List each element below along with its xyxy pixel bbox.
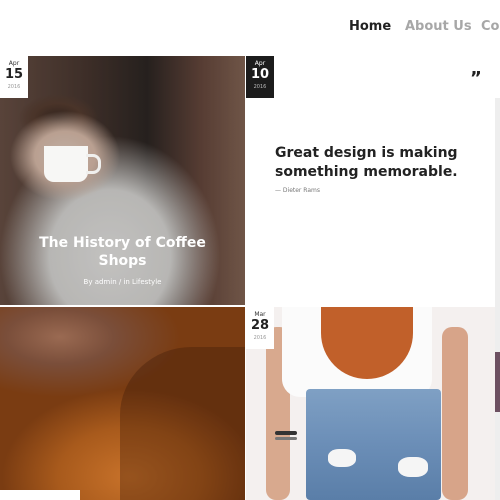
date-year: 2016 (253, 84, 267, 90)
date-badge: Apr 10 2016 (246, 56, 274, 98)
quote-icon: ” (470, 68, 482, 89)
jeans-rip (328, 449, 356, 467)
date-badge: Mar 28 2016 (246, 307, 274, 349)
post-meta: By admin / in Lifestyle (83, 278, 162, 286)
date-badge: Apr 15 2016 (0, 56, 28, 98)
post-title[interactable]: The History of Coffee Shops (20, 234, 225, 270)
date-month: Mar (254, 311, 266, 318)
quote-text[interactable]: Great design is making something memorab… (275, 144, 485, 182)
bracelet-image (275, 437, 297, 440)
coffee-mug-image (44, 146, 88, 182)
next-post-edge-image (495, 352, 500, 412)
leather-bag-image (120, 347, 245, 500)
date-month: Apr (8, 60, 20, 67)
nav-home-link[interactable]: Home (349, 19, 391, 34)
post-card-quote[interactable]: Great design is making something memorab… (246, 98, 495, 305)
jeans-image (306, 389, 441, 500)
quote-author: — Dieter Rams (275, 187, 320, 194)
top-nav: Home About Us Co (0, 0, 500, 56)
date-day: 10 (250, 67, 270, 82)
date-day: 15 (4, 67, 24, 82)
arm-right-image (442, 327, 468, 500)
post-card-tshirt[interactable] (246, 307, 495, 500)
nav-contact-link[interactable]: Co (481, 19, 499, 34)
bracelet-image (275, 431, 297, 435)
date-year: 2016 (7, 84, 21, 90)
post-card-coffee[interactable]: The History of Coffee Shops By admin / i… (0, 56, 245, 305)
date-day: 28 (250, 318, 270, 333)
post-caption-box (0, 490, 80, 500)
next-post-edge[interactable] (495, 98, 500, 500)
date-year: 2016 (253, 335, 267, 341)
date-month: Apr (254, 60, 266, 67)
jeans-rip (398, 457, 428, 477)
nav-about-link[interactable]: About Us (405, 19, 472, 34)
post-card-leather-bag[interactable] (0, 307, 245, 500)
coffee-mug-handle (86, 154, 101, 174)
